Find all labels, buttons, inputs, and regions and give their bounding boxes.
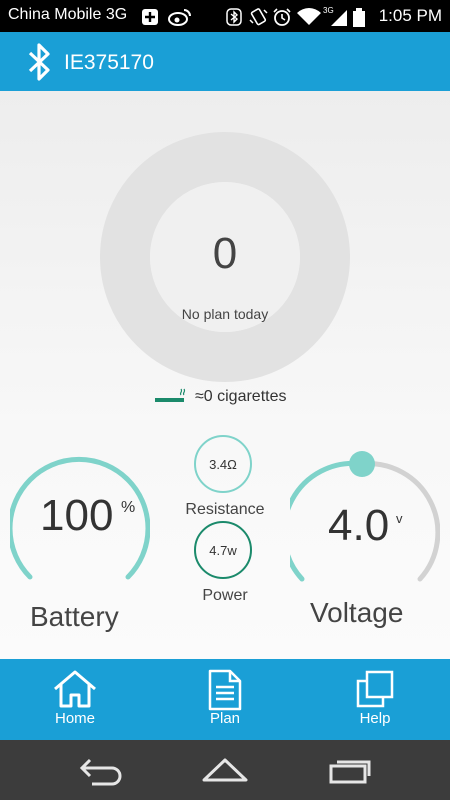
plan-ring: 0 No plan today <box>100 132 350 382</box>
bluetooth-icon <box>226 8 242 31</box>
nav-plan-label: Plan <box>209 710 241 727</box>
app-header: IE375170 <box>0 32 450 91</box>
battery-value: 100 <box>40 491 114 540</box>
carrier-name: China Mobile 3G <box>8 6 128 23</box>
nav-home[interactable]: Home <box>20 659 130 740</box>
network-badge: 3G <box>323 6 334 15</box>
status-bar: China Mobile 3G 3G 1:05 PM <box>0 0 450 32</box>
signal-icon: 3G <box>323 5 349 32</box>
resistance-value: 3.4Ω <box>209 456 237 472</box>
power-circle: 4.7w <box>194 521 252 579</box>
battery-unit: % <box>121 499 136 516</box>
voltage-value: 4.0 <box>328 501 390 550</box>
nav-help-label: Help <box>359 710 391 727</box>
weibo-icon <box>168 8 192 31</box>
add-icon <box>141 8 159 31</box>
clock: 1:05 PM <box>378 6 442 25</box>
nav-plan[interactable]: Plan <box>170 659 280 740</box>
home-icon <box>54 670 96 708</box>
battery-gauge: 100 % Battery <box>10 451 150 651</box>
back-icon[interactable] <box>78 754 124 791</box>
voltage-unit: v <box>396 511 403 526</box>
nav-help[interactable]: Help <box>320 659 430 740</box>
alarm-icon <box>272 8 292 31</box>
power-value: 4.7w <box>209 542 237 558</box>
plan-label: No plan today <box>181 306 269 322</box>
vibrate-icon <box>248 8 268 31</box>
resistance-label: Resistance <box>185 501 265 518</box>
bluetooth-icon[interactable] <box>24 42 54 87</box>
recents-icon[interactable] <box>328 754 374 791</box>
power-label: Power <box>202 587 248 604</box>
home-outline-icon[interactable] <box>201 754 249 791</box>
voltage-label: Voltage <box>310 597 404 628</box>
cigarette-count: ≈0 cigarettes <box>195 388 287 405</box>
main-content: 0 No plan today ≈0 cigarettes 100 % Batt… <box>0 91 450 659</box>
device-name: IE375170 <box>64 51 154 74</box>
voltage-gauge: 4.0 v Voltage <box>290 451 440 651</box>
nav-home-label: Home <box>54 710 95 727</box>
plan-count: 0 <box>212 229 238 278</box>
copy-icon <box>356 670 394 708</box>
battery-label: Battery <box>30 601 119 632</box>
document-icon <box>208 669 242 711</box>
cigarette-icon <box>155 387 189 412</box>
bottom-nav: Home Plan Help <box>0 659 450 740</box>
wifi-icon <box>296 8 322 31</box>
system-nav-bar <box>0 740 450 800</box>
battery-icon <box>352 8 366 33</box>
resistance-circle: 3.4Ω <box>194 435 252 493</box>
